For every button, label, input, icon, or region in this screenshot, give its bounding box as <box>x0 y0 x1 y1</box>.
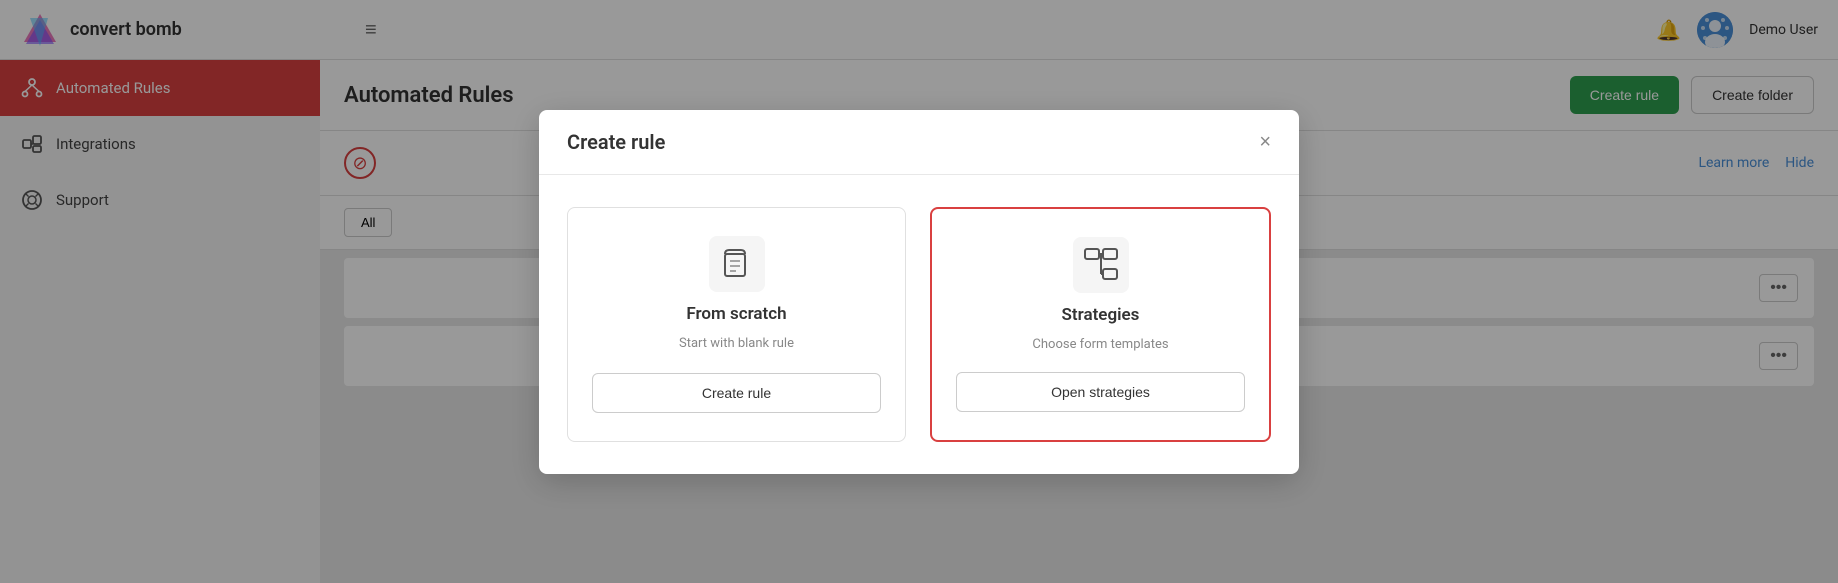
strategies-icon <box>1073 237 1129 293</box>
create-rule-modal: Create rule × From scratch Start with bl… <box>539 110 1299 474</box>
modal-header: Create rule × <box>539 110 1299 175</box>
strategies-title: Strategies <box>1062 305 1140 325</box>
create-rule-card-button[interactable]: Create rule <box>592 373 881 413</box>
from-scratch-card[interactable]: From scratch Start with blank rule Creat… <box>567 207 906 442</box>
strategies-desc: Choose form templates <box>1032 337 1168 352</box>
modal-title: Create rule <box>567 130 665 154</box>
modal-close-button[interactable]: × <box>1259 132 1271 152</box>
modal-overlay[interactable]: Create rule × From scratch Start with bl… <box>0 0 1838 583</box>
from-scratch-icon <box>709 236 765 292</box>
open-strategies-button[interactable]: Open strategies <box>956 372 1245 412</box>
strategies-card[interactable]: Strategies Choose form templates Open st… <box>930 207 1271 442</box>
from-scratch-title: From scratch <box>686 304 786 324</box>
modal-body: From scratch Start with blank rule Creat… <box>539 175 1299 474</box>
from-scratch-desc: Start with blank rule <box>679 336 794 351</box>
